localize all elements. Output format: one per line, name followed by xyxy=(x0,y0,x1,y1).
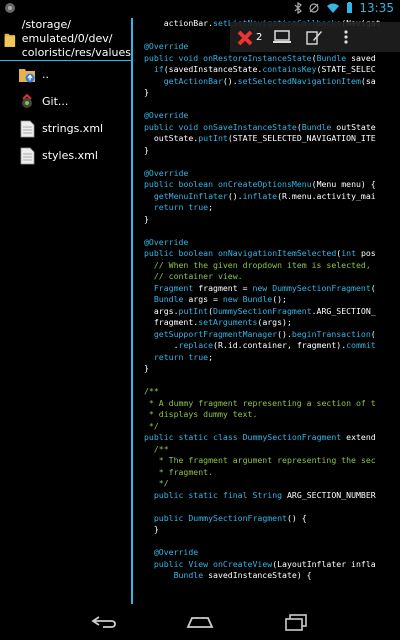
code-line: args.putInt(DummySectionFragment.ARG_SEC… xyxy=(144,305,376,316)
code-line: */ xyxy=(144,478,169,488)
system-nav-bar xyxy=(0,604,400,640)
code-editor[interactable]: actionBar.setListNavigationCallbacks(Nav… xyxy=(133,18,400,604)
code-line: @Override xyxy=(144,110,189,120)
code-line: /** xyxy=(144,443,169,454)
code-line: public static class DummySectionFragment… xyxy=(144,432,376,442)
code-line: } xyxy=(153,524,159,534)
code-line: } xyxy=(144,144,149,155)
code-line: * A dummy fragment representing a sectio… xyxy=(144,397,376,408)
document-icon xyxy=(20,120,35,137)
code-line: public void onRestoreInstanceState(Bundl… xyxy=(144,52,376,63)
code-line: .replace(R.id.container, fragment).commi… xyxy=(144,340,376,350)
code-line: @Override xyxy=(144,236,189,247)
app-notification-icon xyxy=(5,3,15,13)
file-item-parent[interactable]: .. xyxy=(0,61,131,88)
code-line: public boolean onCreateOptionsMenu(Menu … xyxy=(144,179,376,189)
wifi-icon xyxy=(327,3,340,13)
code-line: } xyxy=(144,213,149,224)
code-line: } xyxy=(144,363,149,373)
error-icon xyxy=(237,30,253,46)
code-line: @Override xyxy=(144,167,189,178)
code-line: * displays dummy text. xyxy=(144,409,258,419)
back-button[interactable] xyxy=(86,608,122,636)
overflow-menu-icon xyxy=(344,30,348,44)
code-line: public static final String ARG_SECTION_N… xyxy=(153,489,376,500)
edit-button[interactable] xyxy=(298,22,330,52)
code-line: public DummySectionFragment() { xyxy=(153,512,307,523)
battery-icon xyxy=(347,2,353,13)
code-line: getActionBar().setSelectedNavigationItem… xyxy=(163,75,376,86)
code-line: if(savedInstanceState.containsKey(STATE_… xyxy=(153,64,376,74)
file-item-label: .. xyxy=(42,68,49,81)
code-line: outState.putInt(STATE_SELECTED_NAVIGATIO… xyxy=(144,133,376,143)
code-line: Fragment fragment = new DummySectionFrag… xyxy=(153,282,376,293)
folder-up-icon xyxy=(19,68,35,82)
error-count: 2 xyxy=(256,31,263,43)
document-icon xyxy=(20,147,35,164)
editor-toolbar: 2 xyxy=(230,22,400,52)
code-line: // container view. xyxy=(144,271,243,281)
file-item-label: styles.xml xyxy=(42,149,98,162)
bluetooth-icon xyxy=(294,2,303,14)
edit-icon xyxy=(306,31,323,45)
folder-icon xyxy=(4,33,16,47)
file-item-label: Git... xyxy=(42,95,69,108)
code-line: fragment.setArguments(args); xyxy=(144,317,292,327)
code-line: * fragment. xyxy=(144,466,214,477)
code-line: @Override xyxy=(144,547,199,557)
laptop-icon xyxy=(273,30,292,43)
code-line: // When the given dropdown item is selec… xyxy=(144,259,371,270)
code-line: } xyxy=(144,87,149,97)
code-line: /** xyxy=(144,386,159,396)
code-text: actionBar.setListNavigationCallbacks(Nav… xyxy=(133,18,400,582)
file-item-label: strings.xml xyxy=(42,122,104,135)
code-line: Bundle savedInstanceState) { xyxy=(173,570,312,580)
back-icon xyxy=(91,616,116,628)
file-browser-panel: /storage/ emulated/0/dev/ coloristic/res… xyxy=(0,18,133,604)
current-path: /storage/ emulated/0/dev/ coloristic/res… xyxy=(21,18,131,59)
code-line: public boolean onNavigationItemSelected(… xyxy=(144,248,376,258)
code-line: return true; xyxy=(153,202,214,212)
code-line: getMenuInflater().inflate(R.menu.activit… xyxy=(153,190,376,201)
silent-mode-icon xyxy=(309,3,320,13)
code-line: public View onCreateView(LayoutInflater … xyxy=(153,558,376,569)
overflow-menu-button[interactable] xyxy=(330,22,362,52)
code-line: Bundle args = new Bundle(); xyxy=(153,294,287,304)
code-line: */ xyxy=(144,420,159,431)
git-icon xyxy=(22,93,32,108)
preview-button[interactable] xyxy=(266,22,298,52)
recents-button[interactable] xyxy=(278,608,314,636)
code-line: * The fragment argument representing the… xyxy=(144,455,376,465)
code-line: getSupportFragmentManager().beginTransac… xyxy=(153,328,376,339)
file-item-styles[interactable]: styles.xml xyxy=(0,142,131,169)
current-path-row[interactable]: /storage/ emulated/0/dev/ coloristic/res… xyxy=(0,18,131,61)
file-item-strings[interactable]: strings.xml xyxy=(0,115,131,142)
code-line: @Override xyxy=(144,41,189,51)
recents-icon xyxy=(285,614,307,631)
file-item-git[interactable]: Git... xyxy=(0,88,131,115)
home-icon xyxy=(186,617,214,628)
code-line: public void onSaveInstanceState(Bundle o… xyxy=(144,121,376,132)
clock: 13:35 xyxy=(359,1,394,15)
home-button[interactable] xyxy=(182,608,218,636)
status-bar: 13:35 xyxy=(0,0,400,18)
code-line: return true; xyxy=(153,351,214,362)
